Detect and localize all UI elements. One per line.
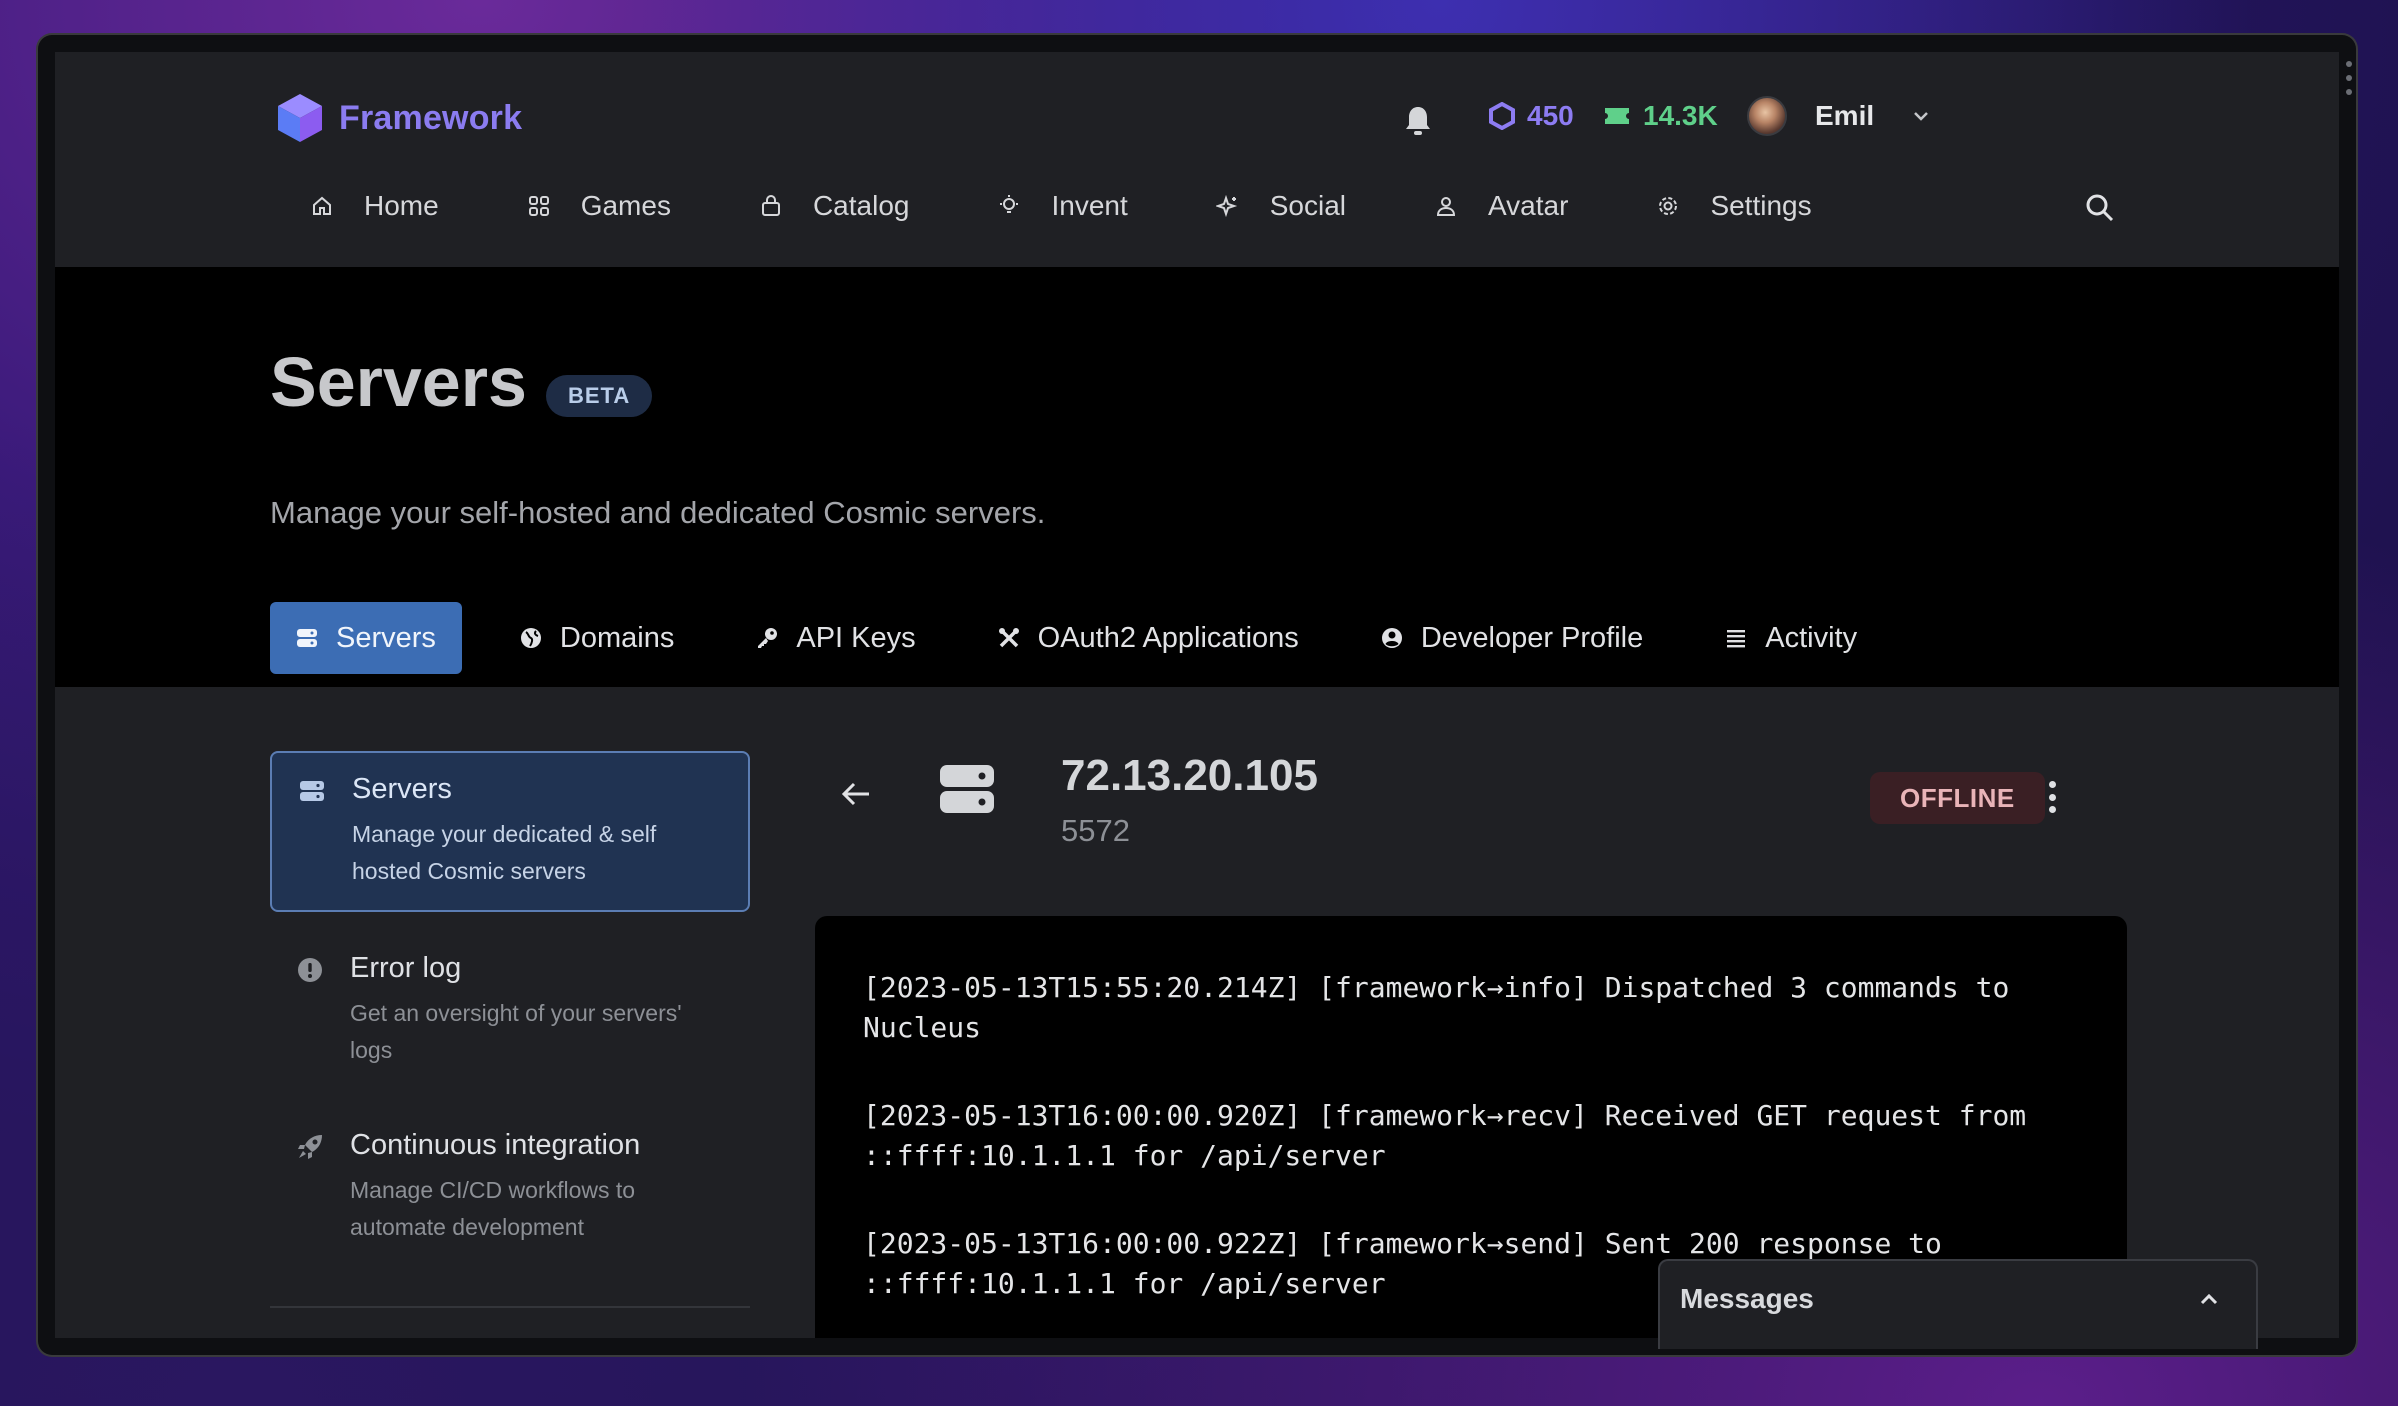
sidebar-item-desc: Manage your dedicated & self hosted Cosm…: [352, 821, 657, 884]
nav-item-avatar[interactable]: Avatar: [1434, 190, 1568, 222]
server-ip: 72.13.20.105: [1061, 751, 1318, 800]
log-line: [2023-05-13T15:55:20.214Z] [framework→in…: [863, 971, 2027, 1044]
page-header: Servers BETA Manage your self-hosted and…: [55, 267, 2339, 687]
page-title: Servers: [270, 343, 527, 421]
sparkle-icon: [1215, 194, 1237, 218]
nav-item-social[interactable]: Social: [1215, 190, 1347, 222]
kebab-dot: [2048, 793, 2056, 801]
nav-label: Catalog: [812, 190, 910, 221]
tab-oauth2-applications[interactable]: OAuth2 Applications: [974, 602, 1323, 674]
tools-icon: [998, 628, 1019, 648]
sidebar-item-desc: Get an oversight of your servers' logs: [350, 1000, 682, 1063]
top-navigation-bar: Framework 450 14.3K Emil Home Games Cata…: [55, 52, 2339, 267]
sidebar-item-title: Error log: [350, 952, 462, 984]
sidebar-item-continuous-integration[interactable]: Continuous integration Manage CI/CD work…: [270, 1109, 750, 1266]
server-icon: [940, 763, 994, 820]
bell-icon: [1406, 107, 1430, 135]
search-button[interactable]: [2085, 193, 2115, 228]
tab-activity[interactable]: Activity: [1701, 602, 1881, 674]
arrow-left-icon: [841, 782, 869, 806]
messages-drawer[interactable]: Messages: [1658, 1259, 2258, 1349]
server-port: 5572: [1061, 813, 1130, 848]
nav-label: Games: [580, 190, 671, 221]
sidebar-divider: [270, 1306, 750, 1308]
main-nav: Home Games Catalog Invent Social Avatar …: [310, 190, 1900, 222]
status-badge: OFFLINE: [1870, 772, 2045, 824]
robux-amount: 450: [1527, 100, 1574, 131]
bag-icon: [761, 195, 780, 216]
sidebar: Servers Manage your dedicated & self hos…: [270, 751, 750, 1308]
gear-icon: [1659, 197, 1678, 215]
robux-balance[interactable]: 450: [1489, 100, 1574, 132]
tab-developer-profile[interactable]: Developer Profile: [1357, 602, 1667, 674]
lightbulb-icon: [1000, 195, 1019, 213]
more-options-button[interactable]: [2047, 781, 2057, 813]
rocket-icon: [298, 1135, 322, 1159]
tab-label: Developer Profile: [1420, 621, 1644, 654]
user-menu[interactable]: Emil: [1747, 96, 1930, 136]
key-icon: [758, 628, 778, 648]
hexagon-currency-icon: [1489, 102, 1515, 130]
brand-name: Framework: [339, 98, 523, 137]
server-icon: [297, 629, 317, 647]
sidebar-item-title: Servers: [352, 773, 452, 805]
nav-label: Invent: [1051, 190, 1128, 221]
tab-api-keys[interactable]: API Keys: [732, 602, 939, 674]
alert-icon: [298, 958, 322, 982]
avatar: [1747, 96, 1787, 136]
tab-label: Servers: [336, 621, 436, 654]
tab-label: Activity: [1765, 621, 1858, 654]
nav-label: Avatar: [1488, 190, 1569, 221]
nav-label: Social: [1269, 190, 1347, 221]
server-icon: [300, 781, 324, 801]
tab-label: OAuth2 Applications: [1037, 621, 1299, 654]
user-circle-icon: [1381, 628, 1402, 648]
tab-label: API Keys: [796, 621, 916, 654]
log-line: [2023-05-13T16:00:00.920Z] [framework→re…: [863, 1099, 2044, 1172]
nav-label: Settings: [1710, 190, 1812, 221]
notifications-button[interactable]: [1405, 96, 1431, 142]
back-button[interactable]: [841, 781, 871, 812]
nav-item-invent[interactable]: Invent: [997, 190, 1128, 222]
ticket-icon: [1605, 108, 1629, 124]
nav-item-games[interactable]: Games: [527, 190, 671, 222]
home-icon: [313, 196, 331, 215]
person-icon: [1437, 197, 1456, 216]
main-content: Servers Manage your dedicated & self hos…: [55, 687, 2339, 1338]
chevron-down-icon: [1914, 112, 1929, 121]
nav-label: Home: [364, 190, 439, 221]
kebab-dot: [2048, 806, 2056, 813]
section-tabs: Servers Domains API Keys OAuth2 Applicat…: [270, 602, 1915, 674]
sidebar-item-servers[interactable]: Servers Manage your dedicated & self hos…: [270, 751, 750, 912]
sidebar-item-desc: Manage CI/CD workflows to automate devel…: [350, 1177, 636, 1240]
user-name: Emil: [1815, 100, 1875, 131]
page-subtitle: Manage your self-hosted and dedicated Co…: [270, 495, 1046, 530]
nav-item-settings[interactable]: Settings: [1656, 190, 1812, 222]
kebab-dot: [2048, 781, 2056, 788]
window-resize-handle[interactable]: [2346, 61, 2352, 95]
chevron-up-icon[interactable]: [2198, 1291, 2220, 1307]
search-icon: [2086, 194, 2114, 222]
tab-domains[interactable]: Domains: [496, 602, 698, 674]
brand-logo[interactable]: Framework: [275, 92, 522, 144]
nav-item-home[interactable]: Home: [310, 190, 439, 222]
tix-amount: 14.3K: [1643, 100, 1718, 131]
browser-window: Framework 450 14.3K Emil Home Games Cata…: [36, 33, 2358, 1357]
sidebar-item-title: Continuous integration: [350, 1129, 641, 1161]
app-viewport: Framework 450 14.3K Emil Home Games Cata…: [55, 52, 2339, 1338]
list-icon: [1727, 630, 1746, 648]
nav-item-catalog[interactable]: Catalog: [759, 190, 910, 222]
tix-balance[interactable]: 14.3K: [1603, 100, 1718, 132]
globe-icon: [520, 628, 541, 648]
messages-title: Messages: [1680, 1283, 1814, 1314]
tab-label: Domains: [559, 621, 675, 654]
beta-badge: BETA: [546, 375, 653, 417]
tab-servers[interactable]: Servers: [270, 602, 462, 674]
cube-logo-icon: [278, 94, 322, 142]
sidebar-item-error-log[interactable]: Error log Get an oversight of your serve…: [270, 932, 750, 1089]
grid-icon: [528, 196, 549, 216]
